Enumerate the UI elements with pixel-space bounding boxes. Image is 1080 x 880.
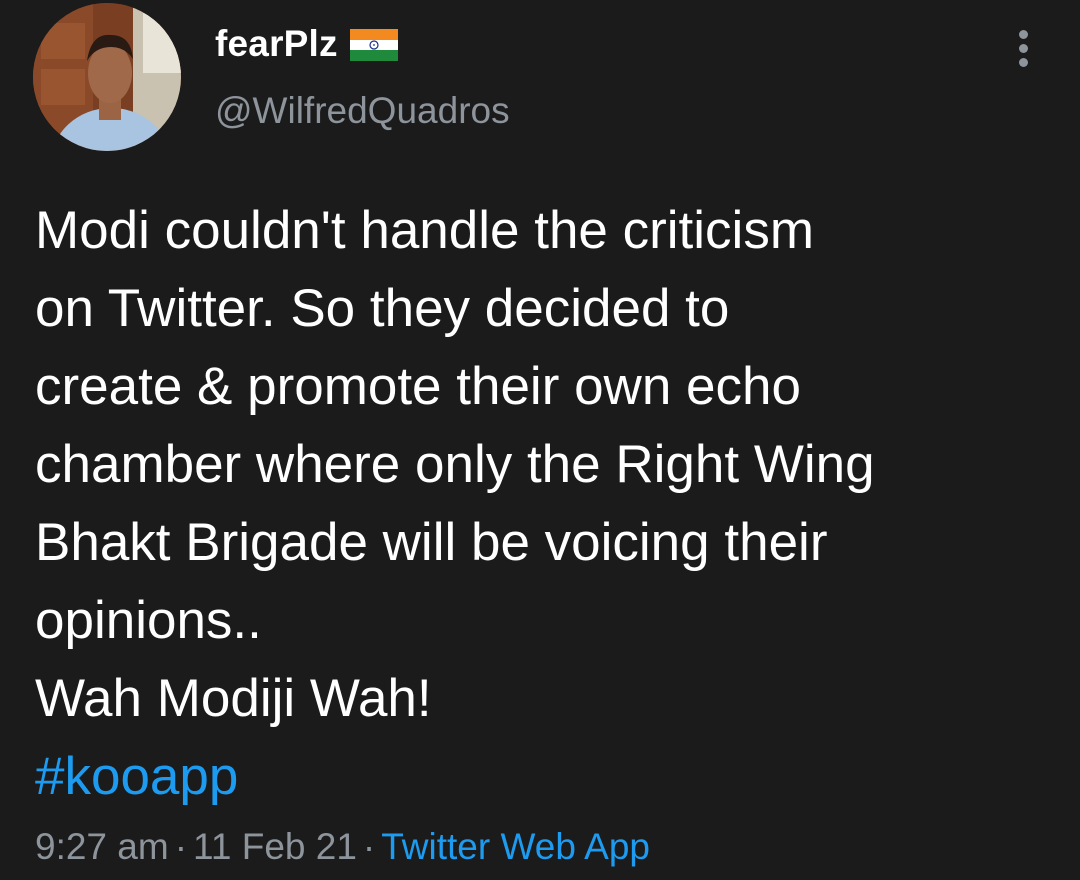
hashtag-link[interactable]: #kooapp xyxy=(35,738,1045,816)
meta-separator: · xyxy=(174,826,188,867)
tweet-metadata: 9:27 am · 11 Feb 21 · Twitter Web App xyxy=(35,826,650,868)
meta-separator: · xyxy=(362,826,376,867)
avatar[interactable] xyxy=(33,3,181,151)
tweet-line: chamber where only the Right Wing xyxy=(35,435,875,494)
author-name-row: fearPlz xyxy=(215,18,398,70)
more-vertical-icon xyxy=(1019,30,1028,39)
more-dot xyxy=(1019,58,1028,67)
tweet-source-link[interactable]: Twitter Web App xyxy=(381,826,650,867)
more-options-button[interactable] xyxy=(1006,24,1042,72)
tweet-text: Modi couldn't handle the criticism on Tw… xyxy=(35,192,1045,816)
india-flag-icon xyxy=(349,29,398,61)
tweet-line: Wah Modiji Wah! xyxy=(35,669,432,728)
tweet-line: on Twitter. So they decided to xyxy=(35,279,730,338)
tweet-date[interactable]: 11 Feb 21 xyxy=(193,826,357,867)
user-handle[interactable]: @WilfredQuadros xyxy=(215,90,510,132)
tweet-time[interactable]: 9:27 am xyxy=(35,826,169,867)
tweet-line: Modi couldn't handle the criticism xyxy=(35,201,814,260)
tweet-line: create & promote their own echo xyxy=(35,357,801,416)
tweet-line: Bhakt Brigade will be voicing their xyxy=(35,513,828,572)
more-dot xyxy=(1019,44,1028,53)
tweet-line: opinions.. xyxy=(35,591,262,650)
display-name[interactable]: fearPlz xyxy=(215,23,338,65)
